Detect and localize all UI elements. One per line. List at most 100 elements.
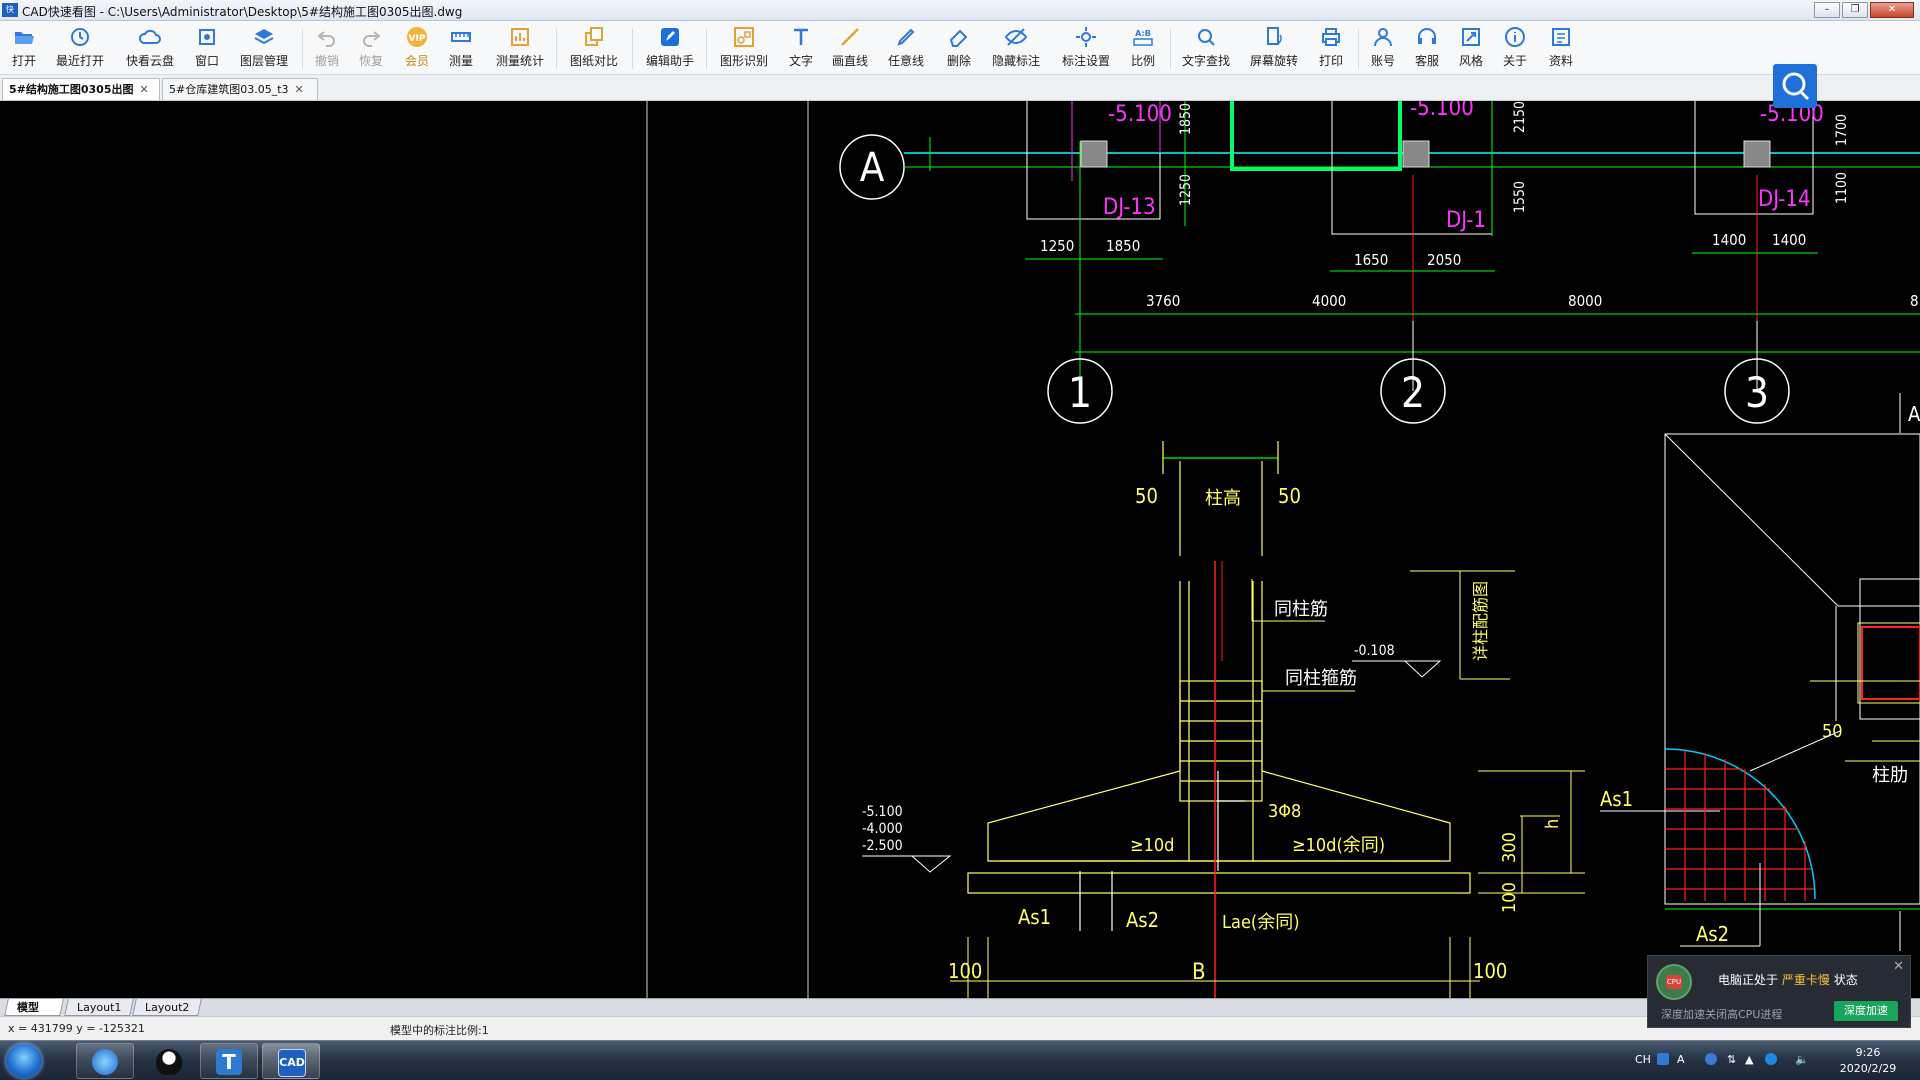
- toolbar-recent-button[interactable]: 最近打开: [52, 25, 108, 71]
- deep-accelerate-button[interactable]: 深度加速: [1834, 1001, 1898, 1021]
- minimize-icon[interactable]: –: [1814, 2, 1840, 18]
- doc-tab-structural[interactable]: 5#结构施工图0305出图 ✕: [2, 78, 160, 100]
- windows-taskbar: T CAD CH A ⇅ ▲ 🔈 9:26 2020/2/29: [0, 1040, 1920, 1080]
- label-same-rebar: 同柱筋: [1274, 599, 1328, 620]
- tray-search-icon[interactable]: [1657, 1053, 1669, 1065]
- freehand-icon: [897, 28, 915, 46]
- toolbar-edit-assistant-button[interactable]: 编辑助手: [644, 25, 696, 71]
- clock-date: 2020/2/29: [1839, 1062, 1897, 1075]
- toolbar-redo-button[interactable]: 恢复: [356, 25, 386, 71]
- toolbar-freehand-button[interactable]: 任意线: [886, 25, 926, 71]
- tray-ime[interactable]: A: [1677, 1053, 1685, 1066]
- toolbar-open-button[interactable]: 打开: [8, 25, 40, 71]
- label-elev-left: -2.500: [862, 838, 903, 854]
- taskbar-browser-button[interactable]: [76, 1043, 134, 1079]
- taskbar-t-app-button[interactable]: T: [200, 1043, 258, 1079]
- hide-annotation-icon: [1004, 28, 1028, 46]
- restore-icon[interactable]: ❐: [1842, 2, 1868, 18]
- toolbar-account-button[interactable]: 账号: [1368, 25, 1398, 71]
- tab-close-icon[interactable]: ✕: [295, 79, 304, 100]
- start-orb-icon[interactable]: [6, 1044, 42, 1078]
- tray-app-icon[interactable]: [1765, 1053, 1777, 1065]
- dim-text: 4000: [1312, 292, 1346, 310]
- toolbar-print-button[interactable]: 打印: [1316, 25, 1346, 71]
- system-clock[interactable]: 9:26 2020/2/29: [1826, 1045, 1910, 1077]
- footing-outline-hatch: [1230, 101, 1402, 171]
- doc-tab-architecture[interactable]: 5#仓库建筑图03.05_t3 ✕: [162, 78, 318, 100]
- popup-close-icon[interactable]: ✕: [1893, 959, 1904, 974]
- toolbar-about-button[interactable]: 关于: [1500, 25, 1530, 71]
- dim-text: 8: [1910, 292, 1919, 310]
- toolbar-style-button[interactable]: 风格: [1456, 25, 1486, 71]
- dim-vert: 1550: [1512, 181, 1528, 213]
- label-lae: Lae(余同): [1222, 912, 1300, 933]
- doc-tab-label: 5#仓库建筑图03.05_t3: [169, 83, 289, 96]
- taskbar-qq-button[interactable]: [140, 1043, 198, 1079]
- title-bar: 快 CAD快速看图 - C:\Users\Administrator\Deskt…: [0, 0, 1920, 21]
- cloud-icon: [138, 29, 161, 44]
- toolbar-rotate-screen-button[interactable]: 屏幕旋转: [1248, 25, 1300, 71]
- tray-expand-icon[interactable]: ▲: [1745, 1053, 1753, 1066]
- toolbar-vip-button[interactable]: VIP 会员: [402, 25, 432, 71]
- dim-vert: 1850: [1178, 103, 1194, 135]
- tray-help-icon[interactable]: [1705, 1053, 1717, 1065]
- toolbar-annotation-settings-button[interactable]: 标注设置: [1058, 25, 1114, 71]
- cursor-coordinates: x = 431799 y = -125321: [8, 1022, 145, 1035]
- floating-search-button[interactable]: [1773, 64, 1817, 108]
- line-icon: [841, 28, 859, 46]
- volume-icon[interactable]: 🔈: [1795, 1053, 1809, 1066]
- toolbar-separator: [556, 29, 557, 69]
- text-search-icon: [1198, 29, 1215, 46]
- toolbar-text-button[interactable]: 文字: [786, 25, 816, 71]
- dim-vert: 1250: [1178, 174, 1194, 206]
- layout-tab-model[interactable]: 模型: [4, 999, 64, 1016]
- toolbar-window-button[interactable]: 窗口: [192, 25, 222, 71]
- toolbar-layers-button[interactable]: 图层管理: [236, 25, 292, 71]
- label-50-left: 50: [1135, 484, 1158, 508]
- toolbar-cloud-button[interactable]: 快看云盘: [122, 25, 178, 71]
- app-logo-icon: 快: [2, 3, 18, 17]
- toolbar-library-button[interactable]: 资料: [1546, 25, 1576, 71]
- footing-name: DJ-14: [1758, 187, 1811, 212]
- dim-vert: 1100: [1834, 172, 1850, 204]
- tray-network-icon[interactable]: ⇅: [1727, 1053, 1736, 1066]
- toolbar-separator: [1170, 29, 1171, 69]
- toolbar-text-search-button[interactable]: 文字查找: [1180, 25, 1232, 71]
- close-icon[interactable]: ✕: [1870, 2, 1914, 18]
- axis-label-2: 2: [1401, 368, 1425, 417]
- main-toolbar: 打开 最近打开 快看云盘 窗口 图层管理 撤销 恢复 VIP 会员 测量 测量统…: [0, 21, 1920, 75]
- scale-icon: A:B: [1133, 29, 1153, 46]
- label-300: 300: [1499, 832, 1520, 863]
- tab-close-icon[interactable]: ✕: [140, 79, 149, 100]
- headset-icon: [1418, 28, 1436, 44]
- toolbar-scale-button[interactable]: A:B 比例: [1128, 25, 1158, 71]
- label-100-v: 100: [1499, 882, 1520, 913]
- toolbar-hide-annotation-button[interactable]: 隐藏标注: [988, 25, 1044, 71]
- annotation-settings-icon: [1076, 27, 1096, 47]
- elevation-mark-icon: [862, 855, 952, 873]
- tray-language[interactable]: CH: [1635, 1053, 1651, 1066]
- dim-text: 1400: [1712, 231, 1746, 249]
- toolbar-undo-button[interactable]: 撤销: [312, 25, 342, 71]
- toolbar-delete-button[interactable]: 删除: [944, 25, 974, 71]
- toolbar-separator: [302, 29, 303, 69]
- toolbar-measure-button[interactable]: 测量: [446, 25, 476, 71]
- toolbar-support-button[interactable]: 客服: [1412, 25, 1442, 71]
- redo-icon: [363, 31, 381, 47]
- cpu-warning-popup: CPU 电脑正处于 严重卡慢 状态 深度加速关闭高CPU进程 深度加速 ✕: [1647, 955, 1911, 1028]
- t-app-icon: T: [216, 1049, 242, 1075]
- toolbar-shape-recognize-button[interactable]: 图形识别: [718, 25, 770, 71]
- toolbar-measure-stats-button[interactable]: 测量统计: [494, 25, 546, 71]
- toolbar-separator: [632, 29, 633, 69]
- layout-tab-layout2[interactable]: Layout2: [132, 999, 202, 1016]
- layout-tab-layout1[interactable]: Layout1: [64, 999, 134, 1016]
- taskbar-cad-button[interactable]: CAD: [262, 1043, 320, 1079]
- cpu-icon: CPU: [1656, 964, 1692, 1000]
- drawing-canvas[interactable]: A -5.100 DJ-13 1850 1250 -5.100 DJ-1 215…: [0, 101, 1920, 998]
- dim-text: 1400: [1772, 231, 1806, 249]
- toolbar-line-button[interactable]: 画直线: [830, 25, 870, 71]
- label-elev-left: -4.000: [862, 821, 903, 837]
- label-50-right: 50: [1278, 484, 1301, 508]
- column-square: [1080, 140, 1108, 168]
- toolbar-compare-button[interactable]: 图纸对比: [568, 25, 620, 71]
